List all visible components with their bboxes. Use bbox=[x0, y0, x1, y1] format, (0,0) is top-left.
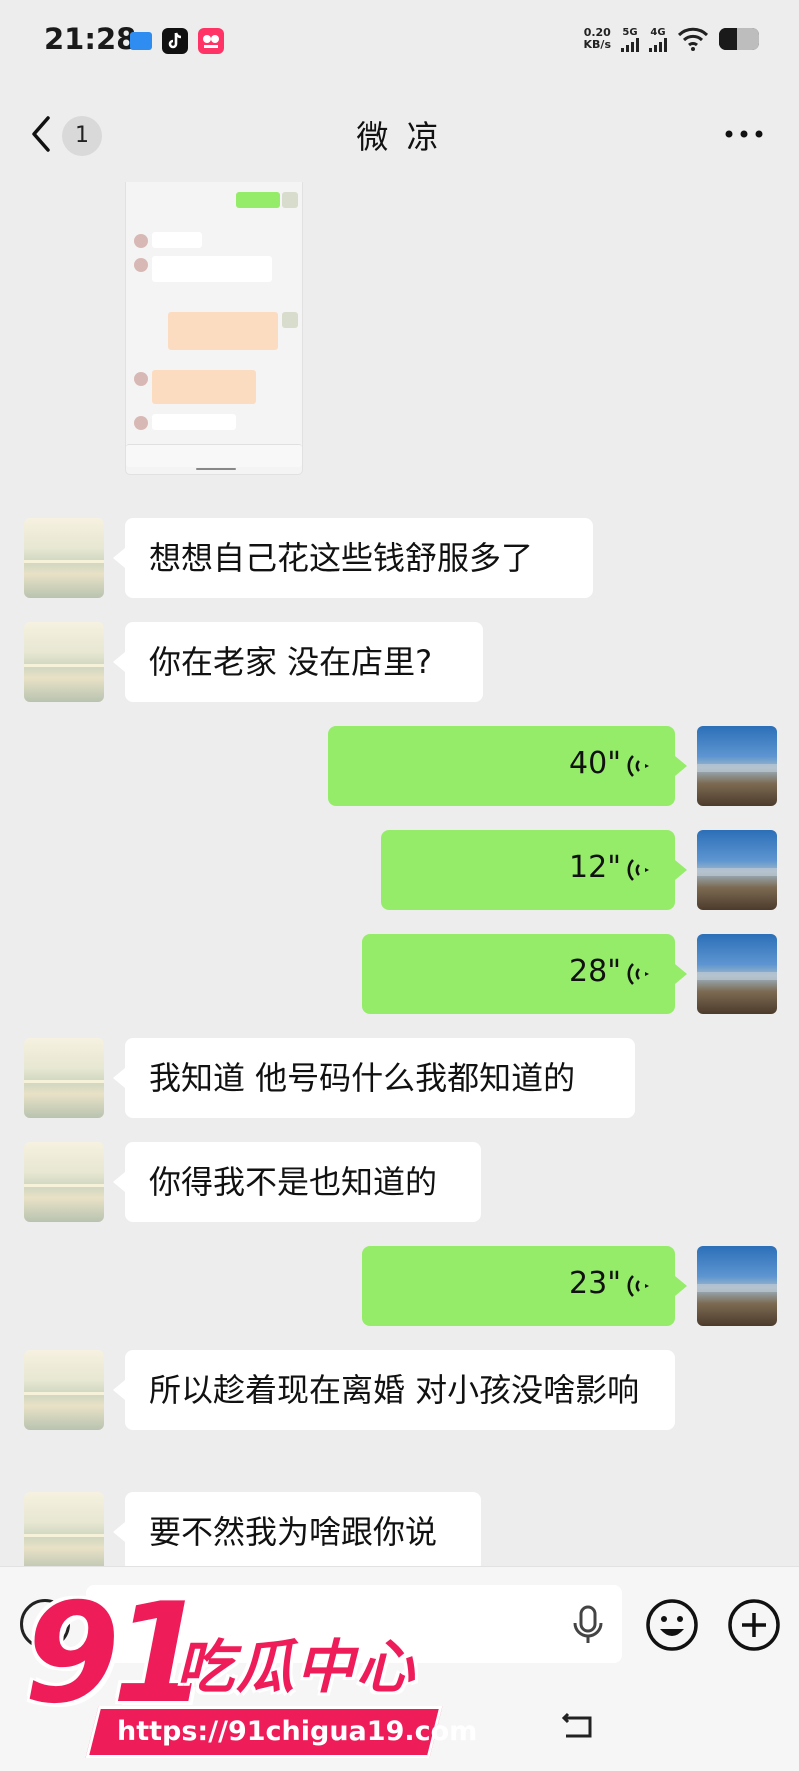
signal-bars-icon bbox=[621, 37, 639, 52]
watermark-number: 91 bbox=[24, 1573, 208, 1734]
signal-4g: 4G bbox=[649, 27, 667, 52]
contact-avatar[interactable] bbox=[24, 518, 104, 598]
text-message[interactable]: 我知道 他号码什么我都知道的 bbox=[113, 1038, 635, 1118]
contact-avatar[interactable] bbox=[24, 1350, 104, 1430]
app-notification-icon bbox=[130, 32, 152, 50]
status-bar: 21:28 0.20 KB/s 5G 4G bbox=[0, 0, 799, 86]
voice-wave-icon bbox=[627, 963, 649, 985]
watermark-url: https://91chigua19.com bbox=[85, 1706, 477, 1758]
text-message[interactable]: 想想自己花这些钱舒服多了 bbox=[113, 518, 593, 598]
shared-screenshot-image[interactable] bbox=[126, 182, 302, 474]
my-avatar[interactable] bbox=[697, 934, 777, 1014]
battery-icon bbox=[719, 28, 759, 50]
app-notification-icon-2 bbox=[198, 28, 224, 54]
voice-duration: 12" bbox=[569, 850, 621, 885]
emoji-icon[interactable] bbox=[644, 1597, 700, 1653]
network-speed: 0.20 KB/s bbox=[583, 26, 611, 51]
contact-avatar[interactable] bbox=[24, 1142, 104, 1222]
tiktok-icon bbox=[162, 28, 188, 54]
message-list[interactable]: 想想自己花这些钱舒服多了 你在老家 没在店里? 40" 12" 28" 我知道 … bbox=[0, 182, 799, 1566]
voice-wave-icon bbox=[627, 1275, 649, 1297]
my-avatar[interactable] bbox=[697, 726, 777, 806]
signal-bars-icon-2 bbox=[649, 37, 667, 52]
status-time: 21:28 bbox=[44, 22, 137, 56]
voice-message[interactable]: 28" bbox=[362, 934, 687, 1014]
voice-duration: 23" bbox=[569, 1266, 621, 1301]
wifi-icon bbox=[677, 27, 709, 51]
more-horizontal-icon[interactable] bbox=[723, 126, 765, 142]
watermark-logo: 91 吃瓜中心 https://91chigua19.com bbox=[18, 1573, 477, 1770]
contact-avatar[interactable] bbox=[24, 622, 104, 702]
system-back-icon[interactable] bbox=[560, 1710, 598, 1740]
chat-header: 1 微 凉 bbox=[0, 86, 799, 182]
chat-title: 微 凉 bbox=[356, 118, 443, 156]
my-avatar[interactable] bbox=[697, 830, 777, 910]
text-message[interactable]: 要不然我为啥跟你说 bbox=[113, 1492, 481, 1566]
contact-avatar[interactable] bbox=[24, 1492, 104, 1566]
text-message[interactable]: 所以趁着现在离婚 对小孩没啥影响 bbox=[113, 1350, 675, 1430]
voice-wave-icon bbox=[627, 755, 649, 777]
text-message[interactable]: 你在老家 没在店里? bbox=[113, 622, 483, 702]
signal-5g: 5G bbox=[621, 27, 639, 52]
voice-duration: 28" bbox=[569, 954, 621, 989]
voice-duration: 40" bbox=[569, 746, 621, 781]
contact-avatar[interactable] bbox=[24, 1038, 104, 1118]
voice-wave-icon bbox=[627, 859, 649, 881]
watermark-text: 吃瓜中心 bbox=[176, 1633, 417, 1701]
my-avatar[interactable] bbox=[697, 1246, 777, 1326]
microphone-icon[interactable] bbox=[570, 1605, 606, 1645]
voice-message[interactable]: 23" bbox=[362, 1246, 687, 1326]
voice-message[interactable]: 40" bbox=[328, 726, 687, 806]
voice-message[interactable]: 12" bbox=[381, 830, 687, 910]
text-message[interactable]: 你得我不是也知道的 bbox=[113, 1142, 481, 1222]
plus-circle-icon[interactable] bbox=[726, 1597, 782, 1653]
